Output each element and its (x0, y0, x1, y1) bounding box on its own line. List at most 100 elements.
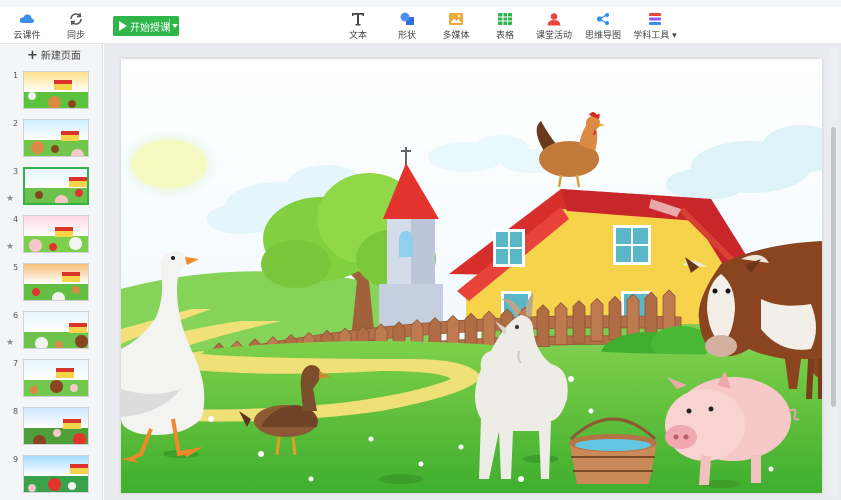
thumbnail-figure (29, 239, 42, 252)
page-number: 4 (13, 215, 19, 224)
thumbnail-barn (69, 177, 87, 187)
page-thumbnail-row: 8 (0, 407, 103, 451)
cloud-courseware-label: 云课件 (13, 31, 41, 41)
play-icon (119, 21, 127, 31)
fence-picket (590, 297, 604, 342)
scrollbar-thumb[interactable] (831, 127, 836, 407)
thumbnail-figure (68, 482, 76, 490)
start-teaching-button[interactable]: 开始授课 (113, 16, 179, 36)
thumbnail-barn (62, 272, 80, 282)
tool-table-button[interactable]: 表格 (483, 10, 527, 44)
toolbar: 云课件 同步 开始授课 文本 形状 多媒体 表格 课堂活动 思维导图 学科工具 … (0, 7, 841, 44)
sync-icon (70, 12, 82, 26)
thumbnail-figure (52, 292, 65, 300)
tool-shape-button[interactable]: 形状 (385, 10, 429, 44)
sync-button[interactable]: 同步 (54, 10, 98, 44)
thumbnail-figure (32, 288, 40, 296)
tool-mindmap-label: 思维导图 (584, 31, 621, 41)
subject-tools-icon (649, 13, 661, 25)
new-page-button[interactable]: + 新建页面 (27, 47, 81, 63)
page-thumbnail-row: 2 (0, 119, 103, 163)
page-number: 3 (13, 167, 19, 176)
thumbnail-figure (31, 141, 44, 154)
thumbnail-figure (49, 243, 57, 251)
page-thumbnail[interactable] (23, 119, 89, 157)
tool-activity-button[interactable]: 课堂活动 (532, 10, 576, 44)
thumbnail-barn (63, 419, 81, 429)
thumbnail-figure (48, 478, 61, 491)
page-thumbnail[interactable] (23, 407, 89, 445)
page-thumbnail[interactable] (23, 215, 89, 253)
table-icon (498, 13, 512, 25)
top-menu-strip (0, 0, 841, 7)
page-number: 1 (13, 71, 19, 80)
page-thumbnail-row: 9 (0, 455, 103, 499)
tool-media-button[interactable]: 多媒体 (434, 10, 478, 44)
thumbnail-figure (35, 191, 43, 199)
thumbnail-figure (53, 429, 61, 437)
thumbnail-figure (69, 237, 82, 250)
thumbnail-figure (72, 286, 80, 294)
shape-icon (400, 12, 414, 25)
thumbnail-figure (51, 145, 59, 153)
fence-picket (626, 293, 640, 338)
page-thumbnail-row: 4 ★ (0, 215, 103, 259)
activity-icon (547, 13, 561, 26)
page-thumbnail[interactable] (23, 263, 89, 301)
page-thumbnail-row: 6 ★ (0, 311, 103, 355)
sun (121, 129, 219, 199)
thumbnail-barn (55, 227, 73, 237)
page-number: 8 (13, 407, 19, 416)
chevron-down-icon[interactable] (172, 24, 178, 28)
fence-picket (554, 302, 568, 346)
page-sidebar: + 新建页面 1 2 3 ★ 4 ★ 5 6 ★ 7 8 9 (0, 44, 103, 500)
tool-text-label: 文本 (348, 31, 367, 41)
thumbnail-figure (70, 384, 78, 392)
slide-canvas[interactable] (121, 59, 822, 493)
page-thumbnail-row: 7 (0, 359, 103, 403)
tool-text-button[interactable]: 文本 (336, 10, 380, 44)
page-thumbnail-row: 3 ★ (0, 167, 103, 211)
thumbnail-barn (69, 323, 87, 333)
tool-shape-label: 形状 (397, 31, 416, 41)
thumbnail-figure (75, 335, 88, 348)
tool-table-label: 表格 (495, 31, 514, 41)
farm-scene (121, 59, 822, 493)
tool-media-label: 多媒体 (442, 31, 470, 41)
new-page-label: 新建页面 (40, 51, 81, 62)
thumbnail-figure (71, 149, 84, 156)
star-icon[interactable]: ★ (6, 194, 14, 204)
tool-subject-tools-button[interactable]: 学科工具 ▾ (630, 10, 680, 44)
page-thumbnail[interactable] (23, 167, 89, 205)
tool-subject-tools-label: 学科工具 ▾ (633, 31, 677, 41)
thumbnail-figure (48, 96, 61, 108)
fence-picket (572, 300, 586, 344)
thumbnail-figure (55, 195, 68, 203)
media-icon (449, 13, 463, 25)
page-thumbnail[interactable] (23, 311, 89, 349)
thumbnail-figure (50, 380, 63, 393)
thumbnail-barn (61, 131, 79, 141)
page-thumbnail-row: 5 (0, 263, 103, 307)
thumbnail-figure (33, 435, 46, 444)
star-icon[interactable]: ★ (6, 338, 14, 348)
button-divider (169, 19, 170, 33)
fence-picket (644, 291, 658, 337)
page-thumbnail[interactable] (23, 359, 89, 397)
page-number: 7 (13, 359, 19, 368)
page-number: 5 (13, 263, 19, 272)
start-teaching-label: 开始授课 (130, 23, 170, 34)
fence-picket (536, 304, 550, 347)
thumbnail-figure (75, 189, 83, 197)
tool-activity-label: 课堂活动 (535, 31, 572, 41)
text-icon (352, 13, 364, 26)
plus-icon: + (27, 48, 38, 63)
star-icon[interactable]: ★ (6, 242, 14, 252)
cloud-courseware-button[interactable]: 云课件 (5, 10, 49, 44)
page-thumbnail[interactable] (23, 455, 89, 493)
tool-mindmap-button[interactable]: 思维导图 (581, 10, 625, 44)
thumbnail-barn (70, 464, 88, 474)
page-thumbnail[interactable] (23, 71, 89, 109)
thumbnail-figure (30, 386, 38, 394)
cloud-icon (19, 14, 35, 23)
